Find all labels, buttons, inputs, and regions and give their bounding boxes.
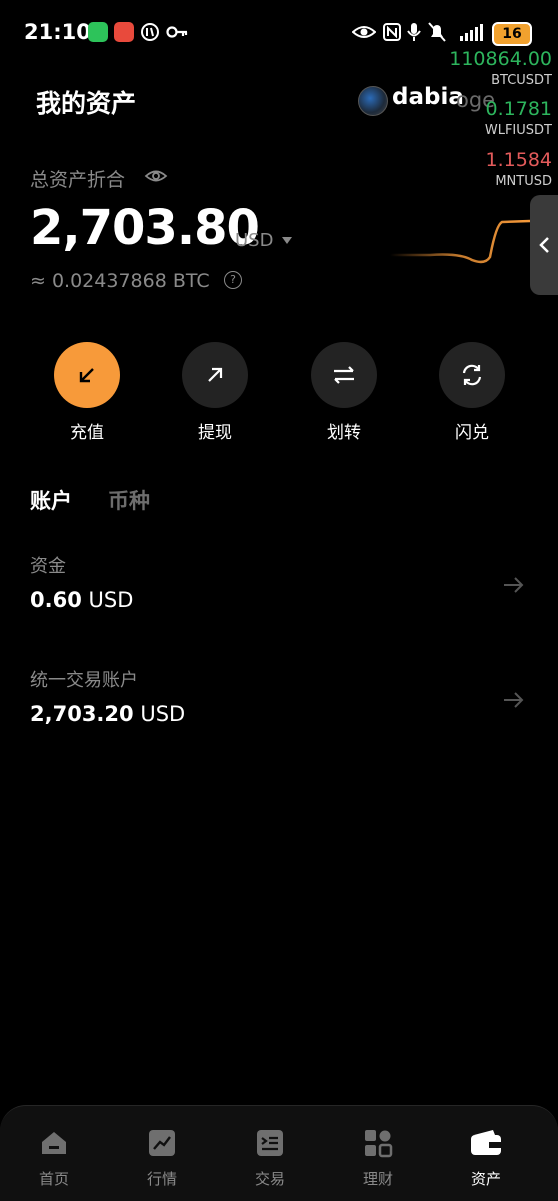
help-icon[interactable]: ? — [224, 271, 242, 289]
nav-earn[interactable]: 理财 — [343, 1128, 413, 1189]
account-balance: 0.60 USD — [30, 588, 133, 612]
avatar[interactable] — [358, 86, 388, 116]
ticker-price: 0.1781 — [485, 98, 552, 120]
nav-label: 理财 — [362, 1170, 393, 1188]
account-amount: 2,703.20 — [30, 702, 134, 726]
ticker-btcusdt: 110864.00 BTCUSDT — [449, 48, 552, 88]
page-title: 我的资产 — [36, 89, 137, 118]
arrow-right-icon[interactable] — [502, 575, 524, 595]
nav-home[interactable]: 首页 — [19, 1128, 89, 1189]
eye-icon — [352, 26, 376, 38]
ticker-mntusd: 1.1584 MNTUSD — [486, 149, 552, 189]
total-assets-value: 2,703.80 — [30, 200, 260, 256]
notification-icon — [114, 22, 134, 42]
nav-assets[interactable]: 资产 — [451, 1128, 521, 1189]
mute-icon — [428, 22, 446, 42]
home-icon — [42, 1132, 66, 1154]
status-time: 21:10 — [24, 20, 91, 44]
deposit-arrow-icon — [54, 342, 120, 408]
nav-label: 行情 — [146, 1170, 177, 1188]
convert-button[interactable]: 闪兑 — [439, 342, 505, 443]
account-balance: 2,703.20 USD — [30, 702, 185, 726]
transfer-icon — [311, 342, 377, 408]
vpn-icon — [141, 23, 159, 41]
chevron-down-icon[interactable] — [282, 237, 292, 244]
account-amount: 0.60 — [30, 588, 82, 612]
chevron-left-icon — [539, 237, 549, 253]
tab-account[interactable]: 账户 — [30, 485, 72, 515]
action-label: 充值 — [70, 423, 104, 443]
market-chart-icon — [149, 1130, 175, 1156]
side-drawer-handle[interactable] — [530, 195, 558, 295]
action-label: 闪兑 — [455, 423, 489, 443]
deposit-button[interactable]: 充值 — [54, 342, 120, 443]
wechat-icon — [88, 22, 108, 42]
arrow-right-icon[interactable] — [502, 690, 524, 710]
account-unit: USD — [140, 702, 186, 726]
account-name: 资金 — [30, 556, 66, 577]
nav-market[interactable]: 行情 — [127, 1128, 197, 1189]
ticker-wlfiusdt: 0.1781 WLFIUSDT — [485, 98, 552, 138]
ticker-price: 110864.00 — [449, 48, 552, 70]
wallet-icon — [471, 1130, 501, 1155]
action-label: 提现 — [198, 423, 232, 443]
btc-equivalent: ≈ 0.02437868 BTC — [30, 270, 210, 292]
signal-icon — [460, 24, 483, 41]
nav-label: 首页 — [38, 1170, 69, 1188]
bottom-nav: 首页 行情 交易 理财 资产 — [0, 1105, 558, 1201]
ticker-symbol: MNTUSD — [495, 174, 552, 189]
asset-trend-sparkline — [390, 219, 530, 264]
convert-icon — [439, 342, 505, 408]
key-icon — [166, 26, 188, 38]
nav-label: 资产 — [470, 1170, 501, 1188]
account-unit: USD — [88, 588, 134, 612]
nav-trade[interactable]: 交易 — [235, 1128, 305, 1189]
withdraw-button[interactable]: 提现 — [182, 342, 248, 443]
earn-icon — [365, 1130, 393, 1158]
ticker-symbol: WLFIUSDT — [484, 123, 552, 138]
tab-currency[interactable]: 币种 — [108, 485, 150, 515]
withdraw-arrow-icon — [182, 342, 248, 408]
ticker-symbol: BTCUSDT — [491, 73, 552, 88]
total-assets-label: 总资产折合 — [30, 169, 126, 191]
transfer-button[interactable]: 划转 — [311, 342, 377, 443]
account-name: 统一交易账户 — [30, 670, 138, 691]
nav-label: 交易 — [254, 1170, 285, 1188]
action-label: 划转 — [327, 423, 361, 443]
currency-unit-selector[interactable]: USD — [235, 230, 273, 251]
trade-icon — [257, 1130, 283, 1156]
mic-icon — [407, 23, 421, 41]
nfc-icon — [383, 23, 401, 41]
battery-icon: 16 — [492, 22, 532, 46]
eye-toggle-icon[interactable] — [144, 166, 168, 186]
ticker-price: 1.1584 — [485, 149, 552, 171]
